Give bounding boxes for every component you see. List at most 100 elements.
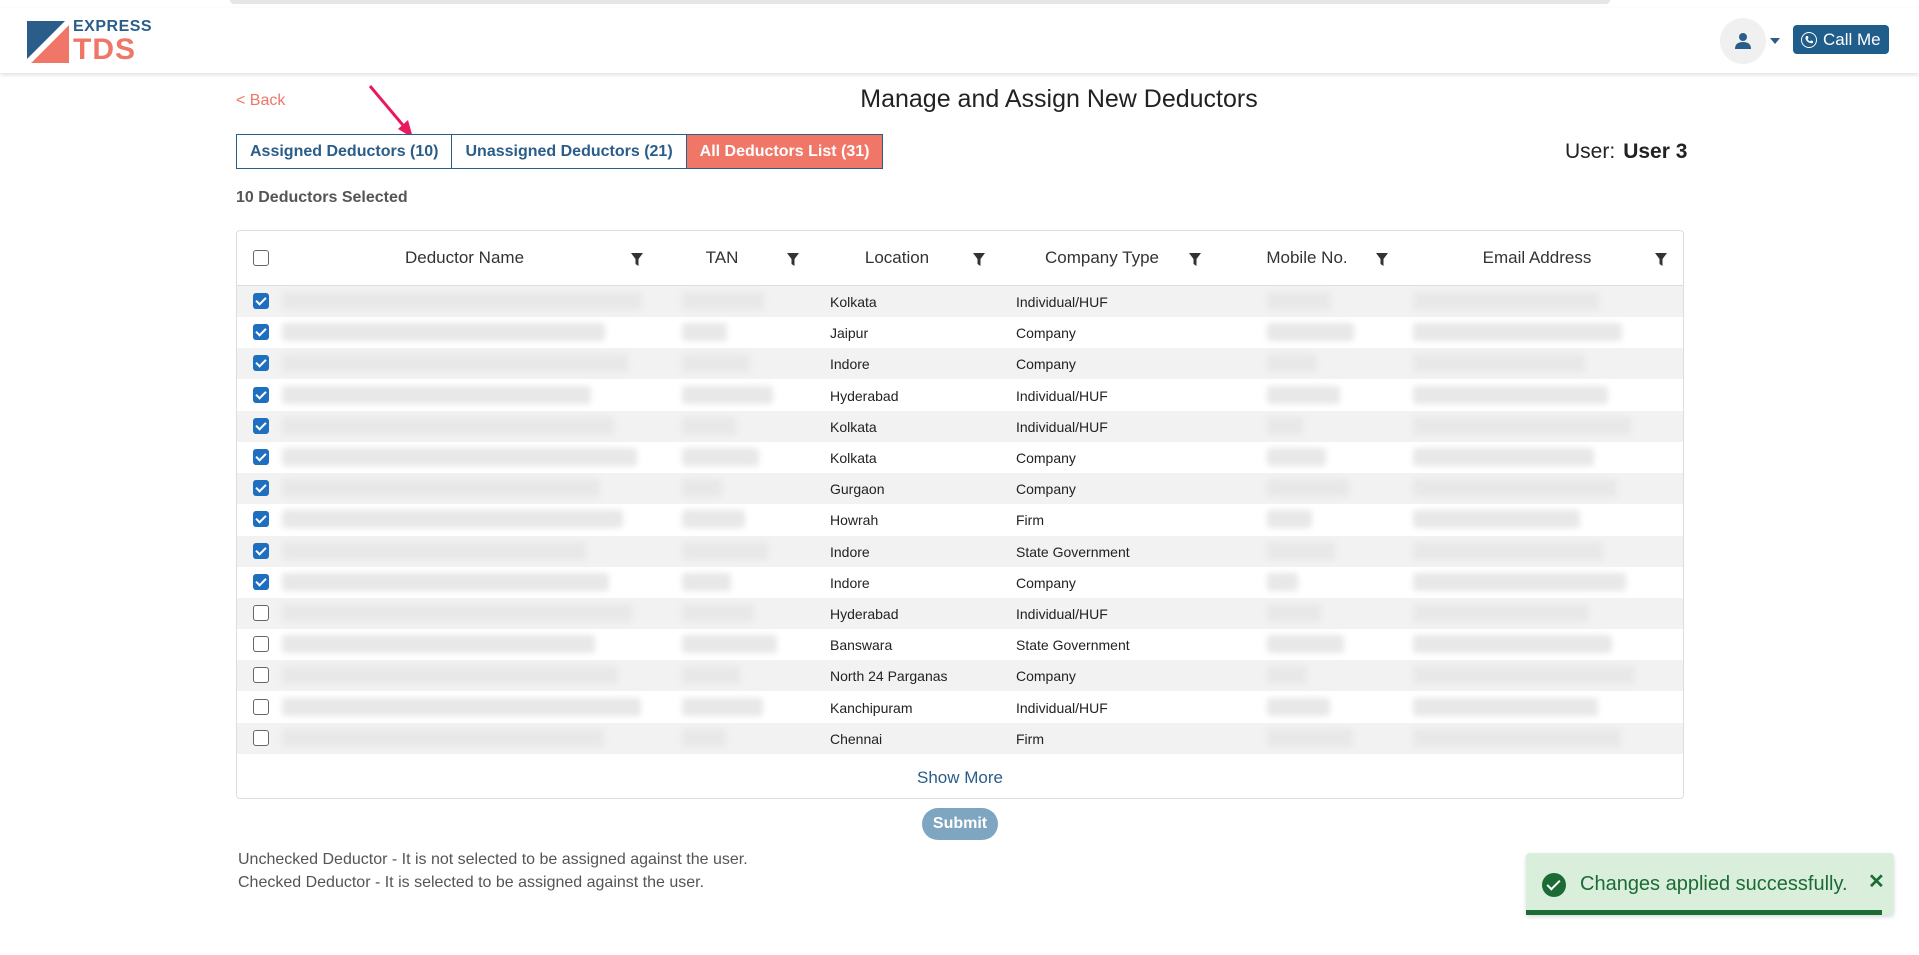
col-header-tan[interactable]: TAN (657, 231, 787, 285)
row-checkbox[interactable] (253, 698, 269, 715)
redacted-cell (682, 697, 763, 716)
row-checkbox[interactable] (253, 542, 269, 559)
redacted-cell (1267, 572, 1298, 591)
user-name: User 3 (1623, 140, 1688, 163)
cell-company-type: Individual/HUF (1016, 294, 1108, 310)
page-title: Manage and Assign New Deductors (860, 85, 1258, 113)
table-row[interactable]: Kolkata Individual/HUF (237, 286, 1683, 317)
redacted-cell (1413, 416, 1631, 435)
call-me-label: Call Me (1823, 29, 1881, 49)
redacted-cell (1267, 666, 1307, 685)
col-header-company-type[interactable]: Company Type (1017, 231, 1187, 285)
table-row[interactable]: Indore State Government (237, 535, 1683, 567)
redacted-cell (682, 541, 768, 560)
redacted-cell (682, 292, 764, 310)
row-checkbox[interactable] (253, 386, 269, 403)
filter-icon[interactable] (1376, 253, 1388, 267)
table-row[interactable]: Indore Company (237, 348, 1683, 380)
redacted-cell (1267, 292, 1331, 310)
filter-icon[interactable] (1189, 253, 1201, 267)
select-all-checkbox[interactable] (253, 250, 269, 266)
user-avatar-button[interactable] (1720, 18, 1766, 64)
cell-company-type: State Government (1016, 543, 1130, 560)
cell-company-type: State Government (1016, 637, 1130, 654)
check-circle-icon (1542, 873, 1566, 897)
redacted-cell (282, 635, 595, 654)
redacted-cell (282, 572, 609, 591)
submit-button[interactable]: Submit (922, 808, 998, 840)
tab-assigned-deductors[interactable]: Assigned Deductors (10) (236, 134, 453, 169)
table-row[interactable]: Banswara State Government (237, 629, 1683, 660)
selected-user: User: User 3 (1565, 140, 1687, 164)
note-checked: Checked Deductor - It is selected to be … (238, 874, 705, 891)
row-checkbox[interactable] (253, 417, 269, 434)
redacted-cell (1267, 354, 1317, 373)
close-icon[interactable]: ✕ (1868, 869, 1885, 894)
col-header-location[interactable]: Location (837, 231, 957, 285)
table-row[interactable]: Jaipur Company (237, 317, 1683, 348)
filter-icon[interactable] (631, 253, 643, 267)
redacted-cell (1413, 666, 1635, 685)
filter-icon[interactable] (787, 253, 799, 267)
note-unchecked: Unchecked Deductor - It is not selected … (238, 851, 748, 868)
row-checkbox[interactable] (253, 480, 269, 497)
redacted-cell (282, 479, 600, 498)
filter-icon[interactable] (1655, 253, 1667, 267)
redacted-cell (682, 666, 740, 685)
col-header-email[interactable]: Email Address (1417, 231, 1657, 285)
tab-all-deductors[interactable]: All Deductors List (31) (686, 134, 884, 169)
row-checkbox[interactable] (253, 324, 269, 341)
redacted-cell (1413, 635, 1612, 654)
redacted-cell (682, 385, 773, 404)
call-me-button[interactable]: Call Me (1793, 25, 1889, 54)
redacted-cell (1413, 479, 1617, 498)
col-header-mobile[interactable]: Mobile No. (1227, 231, 1387, 285)
user-prefix: User: (1565, 140, 1616, 163)
table-row[interactable]: Howrah Firm (237, 504, 1683, 535)
toast-progress (1526, 910, 1882, 915)
row-checkbox[interactable] (253, 449, 269, 465)
table-row[interactable]: Indore Company (237, 567, 1683, 598)
redacted-cell (682, 728, 726, 747)
redacted-cell (1413, 604, 1589, 622)
redacted-cell (1413, 354, 1585, 373)
redacted-cell (282, 604, 632, 622)
table-row[interactable]: North 24 Parganas Company (237, 660, 1683, 692)
row-checkbox[interactable] (253, 729, 269, 746)
table-row[interactable]: Gurgaon Company (237, 473, 1683, 505)
redacted-cell (1267, 323, 1354, 342)
table-row[interactable]: Hyderabad Individual/HUF (237, 598, 1683, 629)
redacted-cell (1267, 635, 1344, 654)
show-more-link[interactable]: Show More (237, 768, 1683, 788)
table-row[interactable]: Chennai Firm (237, 722, 1683, 754)
toast-message: Changes applied successfully. (1580, 873, 1848, 895)
chevron-down-icon[interactable] (1770, 38, 1780, 44)
row-checkbox[interactable] (253, 293, 269, 309)
table-row[interactable]: Kolkata Individual/HUF (237, 410, 1683, 442)
cell-location: Chennai (830, 730, 883, 747)
table-row[interactable]: Kolkata Company (237, 442, 1683, 473)
phone-icon (1801, 31, 1817, 48)
selected-count: 10 Deductors Selected (236, 189, 408, 206)
table-row[interactable]: Kanchipuram Individual/HUF (237, 692, 1683, 723)
filter-icon[interactable] (973, 253, 985, 267)
row-checkbox[interactable] (253, 605, 269, 621)
cell-company-type: Company (1016, 574, 1076, 591)
tab-unassigned-deductors[interactable]: Unassigned Deductors (21) (452, 134, 687, 169)
table-row[interactable]: Hyderabad Individual/HUF (237, 380, 1683, 411)
redacted-cell (682, 479, 722, 498)
cell-company-type: Company (1016, 356, 1076, 373)
cell-company-type: Company (1016, 325, 1076, 342)
row-checkbox[interactable] (253, 667, 269, 684)
cell-location: Kolkata (830, 294, 877, 310)
redacted-cell (682, 448, 759, 466)
row-checkbox[interactable] (253, 511, 269, 528)
row-checkbox[interactable] (253, 636, 269, 653)
app-logo[interactable]: EXPRESS TDS (27, 19, 152, 65)
row-checkbox[interactable] (253, 573, 269, 590)
col-header-deductor-name[interactable]: Deductor Name (297, 231, 632, 285)
redacted-cell (682, 635, 777, 654)
cell-company-type: Company (1016, 450, 1076, 466)
row-checkbox[interactable] (253, 355, 269, 372)
deductor-tabs: Assigned Deductors (10) Unassigned Deduc… (236, 134, 884, 169)
